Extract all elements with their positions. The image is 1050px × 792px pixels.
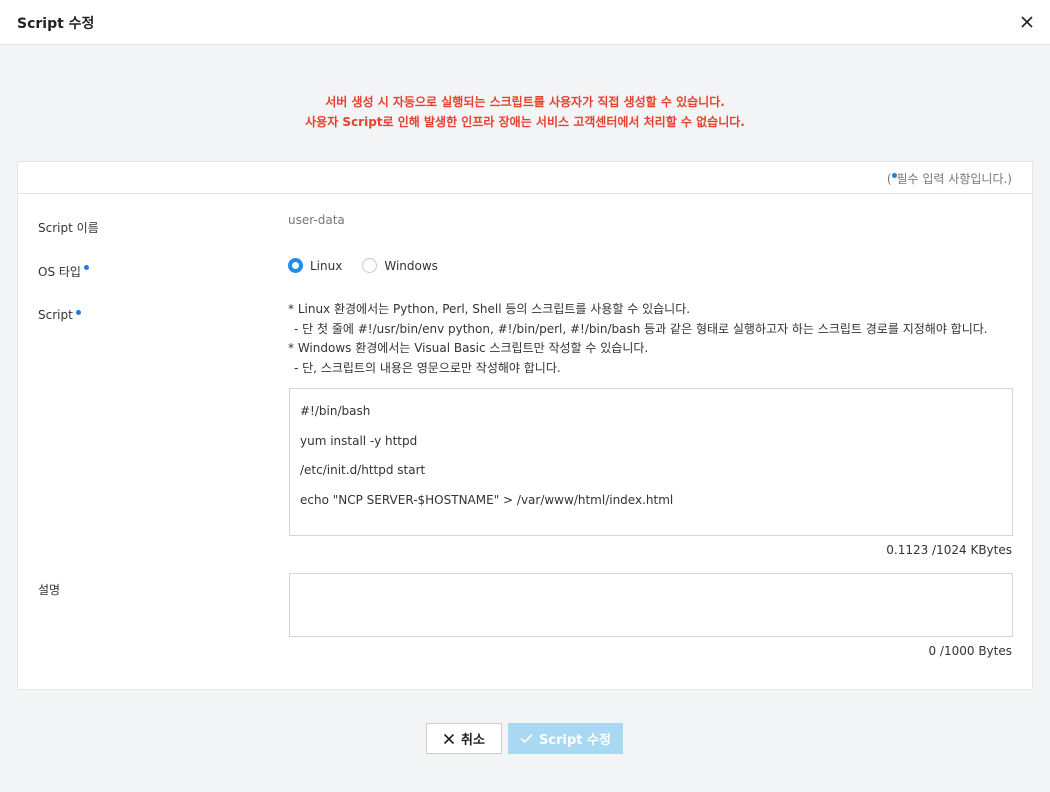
description-label-text: 설명: [38, 583, 61, 597]
script-name-label: Script 이름: [38, 219, 99, 236]
os-radio-linux[interactable]: Linux: [288, 258, 342, 273]
notice-line-2: 사용자 Script로 인해 발생한 인프라 장애는 서비스 고객센터에서 처리…: [305, 115, 745, 129]
script-line: #!/bin/bash: [300, 404, 371, 418]
description-textarea[interactable]: [289, 573, 1013, 637]
close-icon: [443, 733, 455, 744]
required-dot-icon: [83, 265, 89, 270]
script-line: yum install -y httpd: [300, 433, 418, 448]
submit-script-button[interactable]: Script 수정: [508, 723, 623, 754]
required-note-open: (: [886, 172, 892, 186]
help-line: * Linux 환경에서는 Python, Perl, Shell 등의 스크립…: [288, 302, 691, 316]
script-label: Script: [38, 308, 81, 322]
os-type-label-text: OS 타입: [38, 265, 81, 279]
radio-unchecked-icon: [362, 258, 378, 273]
dialog-title: Script 수정: [17, 16, 95, 32]
script-label-text: Script: [38, 308, 73, 322]
notice-line-1: 서버 생성 시 자동으로 실행되는 스크립트를 사용자가 직접 생성할 수 있습…: [325, 95, 725, 109]
dialog-header: Script 수정: [0, 0, 1050, 45]
os-radio-windows[interactable]: Windows: [362, 258, 438, 273]
script-line: echo "NCP SERVER-$HOSTNAME" > /var/www/h…: [300, 492, 674, 507]
help-line: * Windows 환경에서는 Visual Basic 스크립트만 작성할 수…: [288, 341, 649, 355]
script-textarea[interactable]: #!/bin/bash yum install -y httpd /etc/in…: [289, 388, 1013, 536]
script-size-counter: 0.1123 /1024 KBytes: [886, 543, 1012, 557]
description-size-counter: 0 /1000 Bytes: [928, 644, 1012, 658]
cancel-button[interactable]: 취소: [426, 723, 502, 754]
cancel-button-label: 취소: [461, 733, 485, 748]
os-type-label: OS 타입: [38, 263, 89, 280]
os-radio-windows-label: Windows: [384, 258, 438, 273]
check-icon: [520, 733, 533, 744]
radio-checked-icon: [288, 258, 303, 273]
script-name-label-text: Script 이름: [38, 221, 99, 235]
required-dot-icon: [75, 310, 81, 315]
script-help-text: * Linux 환경에서는 Python, Perl, Shell 등의 스크립…: [288, 300, 988, 378]
required-note: ( 필수 입력 사항입니다.): [887, 170, 1012, 187]
required-note-text: 필수 입력 사항입니다.): [896, 172, 1013, 186]
form-panel: ( 필수 입력 사항입니다.) Script 이름 user-data OS 타입…: [17, 161, 1033, 690]
description-label: 설명: [38, 581, 60, 598]
script-line: /etc/init.d/httpd start: [300, 463, 426, 477]
help-line: - 단 첫 줄에 #!/usr/bin/env python, #!/bin/p…: [294, 321, 988, 336]
required-bar: ( 필수 입력 사항입니다.): [18, 162, 1032, 194]
close-icon[interactable]: [1018, 13, 1036, 31]
script-name-value: user-data: [288, 213, 345, 227]
os-type-radio-group: Linux Windows: [288, 258, 458, 273]
os-radio-linux-label: Linux: [310, 258, 343, 273]
warning-notice: 서버 생성 시 자동으로 실행되는 스크립트를 사용자가 직접 생성할 수 있습…: [0, 92, 1050, 132]
help-line: - 단, 스크립트의 내용은 영문으로만 작성해야 합니다.: [294, 360, 561, 375]
submit-script-button-label: Script 수정: [539, 733, 611, 748]
